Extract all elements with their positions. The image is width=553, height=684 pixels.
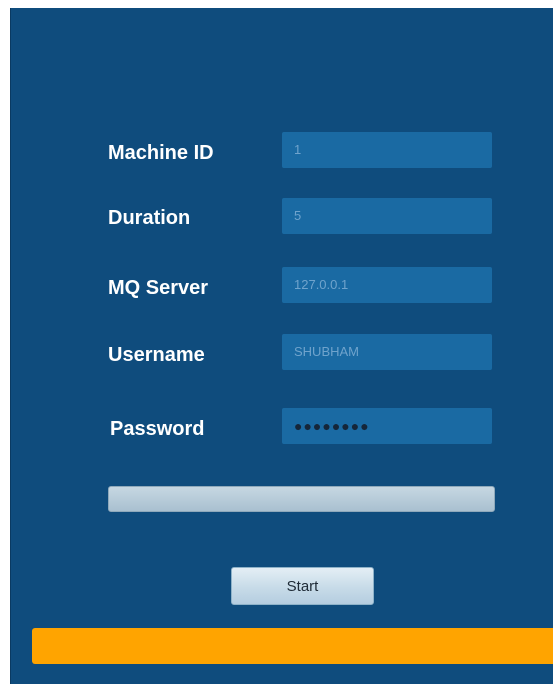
username-input[interactable] xyxy=(282,334,492,370)
status-bar xyxy=(32,628,553,664)
start-button[interactable]: Start xyxy=(231,567,374,605)
username-label: Username xyxy=(108,344,205,366)
password-input[interactable] xyxy=(282,408,492,444)
machine-id-input[interactable] xyxy=(282,132,492,168)
duration-input[interactable] xyxy=(282,198,492,234)
mq-server-input[interactable] xyxy=(282,267,492,303)
mq-server-label: MQ Server xyxy=(108,277,209,299)
progress-bar xyxy=(108,486,495,512)
password-label: Password xyxy=(110,418,205,440)
machine-id-label: Machine ID xyxy=(108,142,214,164)
duration-label: Duration xyxy=(108,207,191,229)
main-window: Machine ID Duration MQ Server Username P… xyxy=(10,8,553,684)
